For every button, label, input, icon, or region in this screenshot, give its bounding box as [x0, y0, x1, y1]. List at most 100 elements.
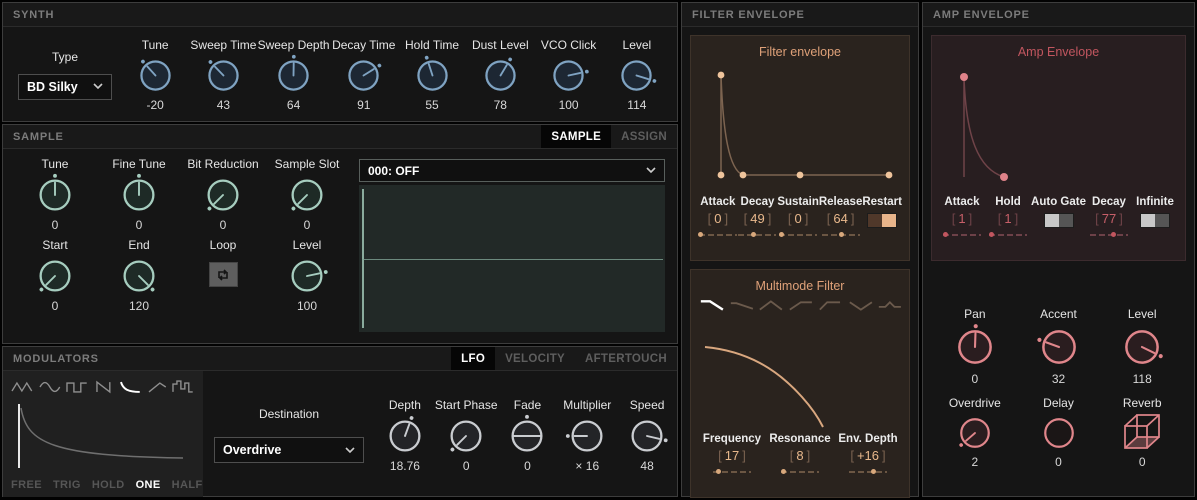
param-value-field[interactable]: [64] [827, 211, 855, 228]
knob-value: 100 [296, 299, 318, 313]
param-value-field[interactable]: [1] [952, 211, 972, 228]
sample-slot-select[interactable]: 000: OFF [359, 159, 665, 182]
knob-pan[interactable]: Pan 0 [933, 307, 1017, 386]
tab-sample[interactable]: SAMPLE [541, 125, 612, 148]
knob-fine-tune[interactable]: Fine Tune 0 [97, 157, 181, 232]
knob-amp-level[interactable]: Level 118 [1100, 307, 1184, 386]
knob-end[interactable]: End 120 [97, 238, 181, 313]
filter-peak-icon[interactable] [877, 298, 903, 313]
param-value-field[interactable]: [77] [1095, 211, 1123, 228]
synth-type-select[interactable]: BD Silky [18, 73, 112, 100]
sample-browser: 000: OFF [349, 149, 677, 344]
filter-lowpass1-icon[interactable] [729, 298, 755, 313]
knob-accent[interactable]: Accent 32 [1017, 307, 1101, 386]
filter-envelope-panel: FILTER ENVELOPE Filter envelope Attack [… [681, 2, 919, 498]
param-mini-slider[interactable] [781, 469, 819, 474]
knob-sample-tune[interactable]: Tune 0 [13, 157, 97, 232]
waveform-square-icon[interactable] [66, 379, 89, 395]
param-mini-slider[interactable] [713, 469, 751, 474]
tab-velocity[interactable]: VELOCITY [495, 347, 575, 370]
knob-sample-level[interactable]: Level 100 [265, 238, 349, 313]
waveform-sine-icon[interactable] [39, 379, 62, 395]
knob-bit-reduction[interactable]: Bit Reduction 0 [181, 157, 265, 232]
param-resonance: Resonance [8] [766, 433, 834, 474]
knob-sweep-time[interactable]: Sweep Time 43 [189, 38, 257, 112]
param-mini-slider[interactable] [1089, 232, 1128, 237]
filter-notch-icon[interactable] [848, 298, 874, 313]
knob-vco-click[interactable]: VCO Click 100 [534, 38, 602, 112]
knob-value: 43 [216, 97, 231, 112]
mode-half[interactable]: HALF [172, 479, 203, 491]
reverb-send-control[interactable]: Reverb 0 [1100, 396, 1184, 469]
mode-trig[interactable]: TRIG [53, 479, 81, 491]
amp-output-row-1: Pan 0 Accent 32 Level 118 [933, 307, 1184, 386]
knob-sweep-depth[interactable]: Sweep Depth 64 [258, 38, 330, 112]
lfo-mode-row: FREE TRIG HOLD ONE HALF [11, 476, 202, 494]
param-mini-slider[interactable] [698, 232, 737, 237]
knob-label: Level [622, 37, 652, 52]
knob-label: Hold Time [405, 37, 460, 52]
waveform-exp-decay-icon[interactable] [119, 379, 142, 395]
waveform-saw-icon[interactable] [94, 379, 114, 395]
knob-dial [39, 173, 71, 211]
restart-toggle[interactable] [867, 213, 898, 228]
modulators-panel-body: FREE TRIG HOLD ONE HALF Destination Over… [3, 371, 677, 497]
param-label: Attack [700, 196, 736, 208]
knob-sample-slot[interactable]: Sample Slot 0 [265, 157, 349, 232]
knob-value: 0 [1055, 455, 1062, 469]
knob-dial [621, 59, 657, 91]
knob-multiplier[interactable]: Multiplier × 16 [557, 398, 617, 473]
param-mini-slider[interactable] [778, 232, 818, 237]
param-mini-slider[interactable] [849, 469, 887, 474]
knob-depth[interactable]: Depth 18.76 [375, 398, 435, 473]
waveform-triangle-icon[interactable] [11, 379, 34, 395]
param-mini-slider[interactable] [738, 232, 777, 237]
auto-gate-toggle[interactable] [1043, 213, 1074, 228]
knob-decay-time[interactable]: Decay Time 91 [330, 38, 398, 112]
tab-assign[interactable]: ASSIGN [611, 125, 677, 148]
filter-lowpass2-icon[interactable] [699, 298, 725, 313]
mode-one[interactable]: ONE [136, 479, 161, 491]
knob-start[interactable]: Start 0 [13, 238, 97, 313]
waveform-ramp-icon[interactable] [147, 379, 168, 395]
tab-aftertouch[interactable]: AFTERTOUCH [575, 347, 677, 370]
knob-speed[interactable]: Speed 48 [617, 398, 677, 473]
knob-dial [123, 173, 155, 211]
knob-hold-time[interactable]: Hold Time 55 [398, 38, 466, 112]
param-value-field[interactable]: [0] [788, 211, 808, 228]
destination-select[interactable]: Overdrive [214, 437, 364, 463]
knob-synth-level[interactable]: Level 114 [603, 38, 671, 112]
infinite-toggle[interactable] [1140, 213, 1170, 228]
knob-delay-send[interactable]: Delay 0 [1017, 396, 1101, 469]
waveform-random-icon[interactable] [172, 379, 195, 395]
knob-start-phase[interactable]: Start Phase 0 [435, 398, 498, 473]
knob-dial [207, 179, 239, 211]
mode-free[interactable]: FREE [11, 479, 42, 491]
mode-hold[interactable]: HOLD [92, 479, 125, 491]
param-value-field[interactable]: [+16] [850, 448, 885, 465]
loop-label: Loop [209, 238, 237, 252]
filter-highpass1-icon[interactable] [788, 298, 814, 313]
knob-value: 100 [558, 97, 579, 112]
param-mini-slider[interactable] [942, 232, 981, 237]
param-value-field[interactable]: [17] [718, 448, 746, 465]
param-value-field[interactable]: [8] [790, 448, 810, 465]
loop-button[interactable] [208, 262, 238, 287]
knob-label: Bit Reduction [187, 157, 259, 171]
knob-overdrive[interactable]: Overdrive 2 [933, 396, 1017, 469]
param-mini-slider[interactable] [988, 232, 1028, 237]
param-value-field[interactable]: [49] [744, 211, 772, 228]
tab-lfo[interactable]: LFO [451, 347, 496, 370]
filter-highpass2-icon[interactable] [818, 298, 844, 313]
reverb-cube-icon [1124, 414, 1161, 449]
param-label: Hold [995, 196, 1021, 208]
filter-bandpass-icon[interactable] [758, 298, 784, 313]
param-value-field[interactable]: [0] [708, 211, 728, 228]
knob-tune[interactable]: Tune -20 [121, 38, 189, 112]
knob-value: 48 [640, 458, 654, 473]
param-mini-slider[interactable] [821, 232, 860, 237]
knob-fade[interactable]: Fade 0 [498, 398, 558, 473]
knob-dust-level[interactable]: Dust Level 78 [466, 38, 534, 112]
knob-label: Start Phase [434, 397, 498, 412]
param-value-field[interactable]: [1] [998, 211, 1018, 228]
